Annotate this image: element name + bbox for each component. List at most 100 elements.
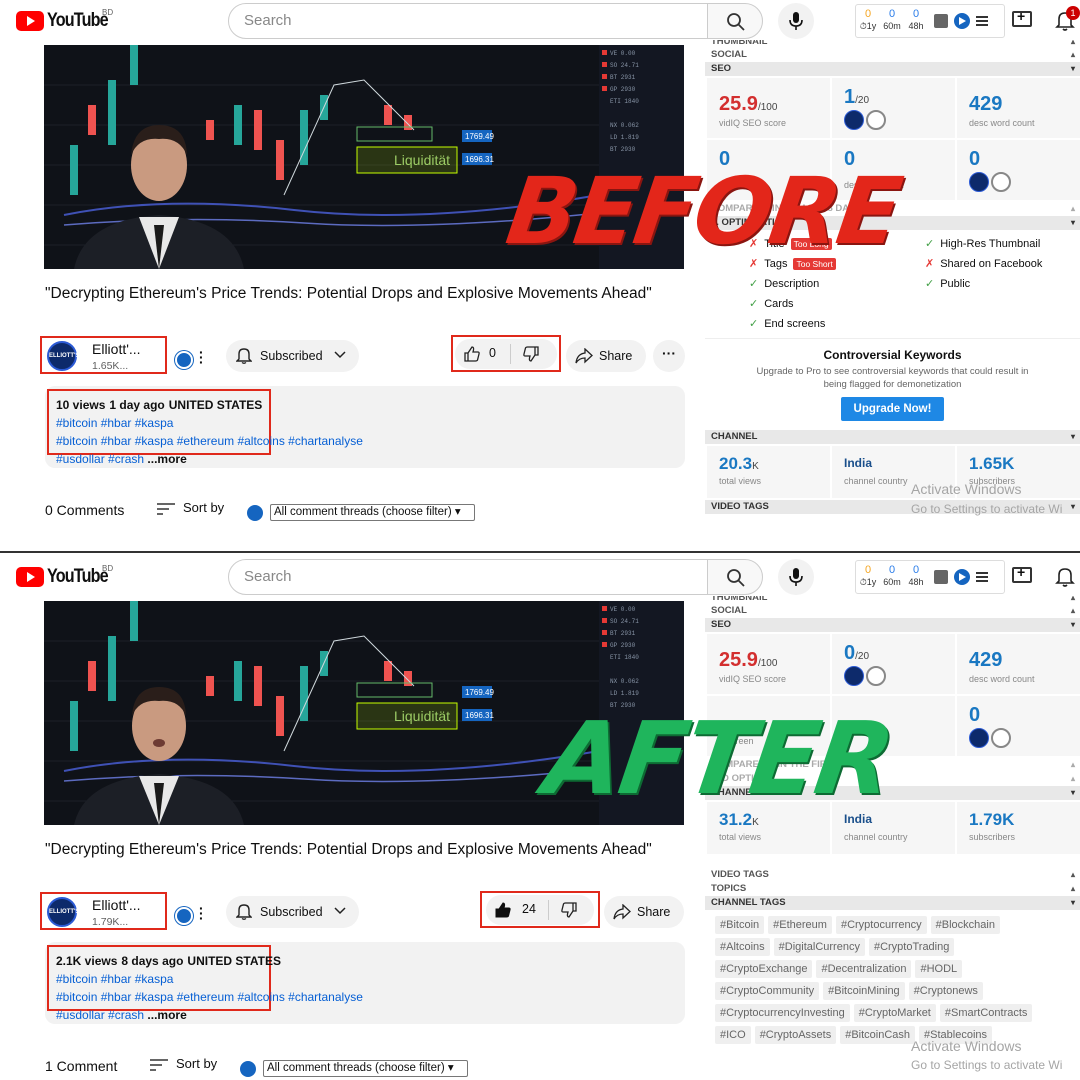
social-section-header[interactable]: SOCIAL	[705, 604, 1080, 618]
comment-count: 1 Comment	[45, 1058, 118, 1074]
sort-by-button[interactable]: Sort by	[150, 1056, 217, 1071]
vidiq-logo-icon[interactable]	[954, 569, 970, 585]
like-icon[interactable]	[463, 345, 481, 363]
topics-section-header[interactable]: TOPICS	[705, 882, 1080, 896]
hashtag-line-3[interactable]: #usdollar #crash ...more	[56, 1008, 187, 1022]
hashtag-line-1[interactable]: #bitcoin #hbar #kaspa	[56, 416, 173, 430]
video-tags-section-header[interactable]: VIDEO TAGS	[705, 868, 1080, 882]
vidiq-stat-60m: 0 60m	[883, 564, 901, 587]
price-tag-lower: 1696.31	[465, 711, 494, 720]
bell-icon	[236, 348, 252, 364]
channel-tag[interactable]: #Bitcoin	[715, 916, 765, 934]
hashtag-line-2[interactable]: #bitcoin #hbar #kaspa #ethereum #altcoin…	[56, 990, 363, 1004]
user-icon	[991, 172, 1011, 192]
vidiq-filter-icon[interactable]	[240, 1061, 256, 1077]
more-actions-button[interactable]: ···	[653, 340, 685, 372]
desc-word-count: 429	[969, 649, 1003, 671]
channel-tag[interactable]: #CryptoCommunity	[715, 982, 820, 1000]
before-overlay-label: BEFORE	[500, 158, 906, 265]
menu-icon[interactable]	[976, 16, 988, 26]
channel-tag[interactable]: #ICO	[715, 1026, 751, 1044]
comment-filter-select[interactable]: All comment threads (choose filter) ▾	[263, 1060, 468, 1077]
channel-tag[interactable]: #SmartContracts	[939, 1004, 1033, 1022]
channel-tag[interactable]: #Altcoins	[715, 938, 770, 956]
subscribed-button[interactable]: Subscribed	[226, 896, 359, 928]
channel-tag[interactable]: #CryptoTrading	[868, 938, 955, 956]
subscribed-button[interactable]: Subscribed	[226, 340, 359, 372]
check-icon: ✓	[749, 298, 759, 310]
upgrade-now-button[interactable]: Upgrade Now!	[840, 397, 945, 421]
search-input[interactable]: Search	[228, 559, 708, 595]
channel-tag[interactable]: #DigitalCurrency	[773, 938, 865, 956]
vidiq-toolbar-widget[interactable]: 0 ⏱1y 0 60m 0 48h	[855, 4, 1005, 38]
seo-section-header[interactable]: SEO	[705, 62, 1080, 76]
share-icon	[613, 904, 631, 920]
chart-icon[interactable]	[934, 14, 948, 28]
after-panel: YouTube BD Search 0 ⏱1y 0 60m 0 48h + Li…	[0, 556, 1080, 1080]
create-video-icon[interactable]	[1012, 8, 1032, 27]
share-button[interactable]: Share	[604, 896, 684, 928]
channel-tag[interactable]: #Cryptonews	[908, 982, 983, 1000]
channel-name[interactable]: Elliott'...	[92, 897, 141, 913]
share-button[interactable]: Share	[566, 340, 646, 372]
vidiq-stat-60m: 0 60m	[883, 8, 901, 31]
search-input[interactable]: Search	[228, 3, 708, 39]
create-video-icon[interactable]	[1012, 564, 1032, 583]
chart-icon[interactable]	[934, 570, 948, 584]
channel-tag[interactable]: #BitcoinCash	[840, 1026, 916, 1044]
channel-tag[interactable]: #CryptoAssets	[754, 1026, 837, 1044]
channel-tag[interactable]: #HODL	[915, 960, 963, 978]
channel-tag[interactable]: #CryptoExchange	[715, 960, 813, 978]
refresh-icon	[866, 666, 886, 686]
seo-section-header[interactable]: SEO	[705, 618, 1080, 632]
channel-tag[interactable]: #CryptocurrencyInvesting	[715, 1004, 850, 1022]
channel-tag[interactable]: #Cryptocurrency	[835, 916, 927, 934]
menu-icon[interactable]	[976, 572, 988, 582]
channel-avatar[interactable]: ELLIOTT'S	[47, 897, 79, 927]
like-count: 24	[522, 902, 536, 916]
channel-tag[interactable]: #Ethereum	[768, 916, 832, 934]
show-more-link[interactable]: ...more	[147, 1008, 186, 1022]
channel-more-icon[interactable]: · · ·	[199, 901, 205, 925]
hashtag-line-3[interactable]: #usdollar #crash ...more	[56, 452, 187, 466]
dislike-icon[interactable]	[522, 345, 540, 363]
svg-text:GP 2930: GP 2930	[610, 86, 636, 93]
channel-name[interactable]: Elliott'...	[92, 341, 141, 357]
channel-tag[interactable]: #Decentralization	[816, 960, 912, 978]
refresh-icon	[866, 110, 886, 130]
comment-filter-select[interactable]: All comment threads (choose filter) ▾	[270, 504, 475, 521]
vidiq-logo-icon[interactable]	[954, 13, 970, 29]
vidiq-channel-icon[interactable]	[175, 907, 193, 925]
channel-section-header[interactable]: CHANNEL	[705, 430, 1080, 444]
chevron-down-icon	[334, 907, 346, 915]
notifications-bell-icon[interactable]	[1055, 566, 1075, 588]
svg-text:GP 2930: GP 2930	[610, 642, 636, 649]
sort-by-button[interactable]: Sort by	[157, 500, 224, 515]
show-more-link[interactable]: ...more	[147, 452, 186, 466]
thumbnail-section-header[interactable]: THUMBNAIL	[705, 596, 1080, 604]
channel-subscriber-count: 1.79K...	[92, 916, 129, 928]
comment-count: 0 Comments	[45, 502, 125, 518]
channel-tag[interactable]: #CryptoMarket	[853, 1004, 936, 1022]
vidiq-toolbar-widget[interactable]: 0 ⏱1y 0 60m 0 48h	[855, 560, 1005, 594]
search-button[interactable]	[707, 559, 763, 595]
channel-tags-section-header[interactable]: CHANNEL TAGS	[705, 896, 1080, 910]
sort-icon	[150, 1058, 168, 1071]
channel-tag[interactable]: #Blockchain	[930, 916, 1000, 934]
like-icon-filled[interactable]	[494, 901, 512, 919]
dislike-icon[interactable]	[560, 901, 578, 919]
voice-search-button[interactable]	[778, 559, 814, 595]
notification-count-badge: 1	[1066, 6, 1080, 20]
channel-avatar[interactable]: ELLIOTT'S	[47, 341, 79, 371]
vidiq-filter-icon[interactable]	[247, 505, 263, 521]
hashtag-line-2[interactable]: #bitcoin #hbar #kaspa #ethereum #altcoin…	[56, 434, 363, 448]
channel-more-icon[interactable]: · · ·	[199, 345, 205, 369]
search-button[interactable]	[707, 3, 763, 39]
social-section-header[interactable]: SOCIAL	[705, 48, 1080, 62]
voice-search-button[interactable]	[778, 3, 814, 39]
channel-tag[interactable]: #BitcoinMining	[823, 982, 905, 1000]
vidiq-channel-icon[interactable]	[175, 351, 193, 369]
panel-divider	[0, 551, 1080, 555]
thumbnail-section-header[interactable]: THUMBNAIL	[705, 40, 1080, 48]
hashtag-line-1[interactable]: #bitcoin #hbar #kaspa	[56, 972, 173, 986]
